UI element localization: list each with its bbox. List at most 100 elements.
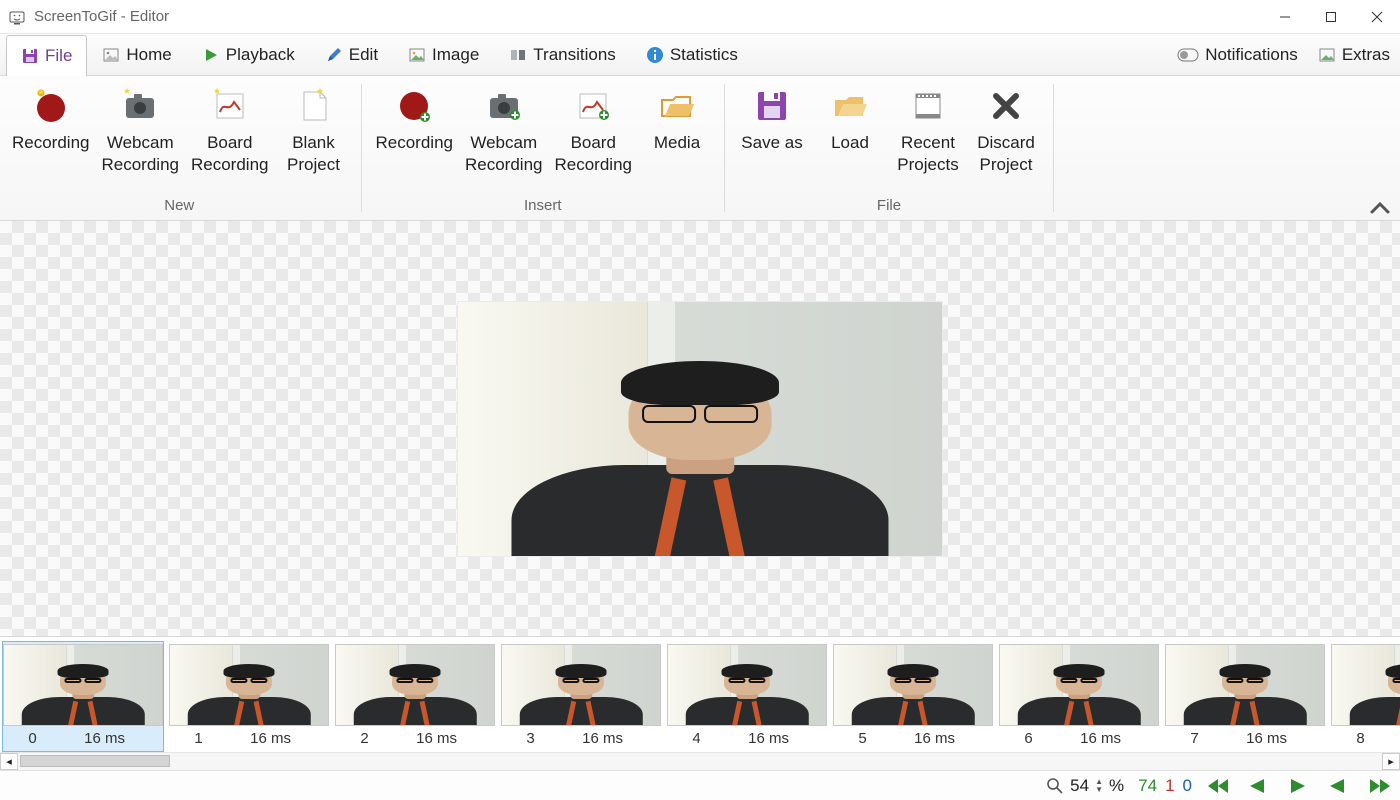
tab-playback-label: Playback: [226, 45, 295, 65]
close-button[interactable]: [1354, 0, 1400, 34]
insert-webcam-button[interactable]: Webcam Recording: [459, 80, 549, 193]
new-webcam-label: Webcam Recording: [102, 132, 180, 176]
board-add-icon: [573, 86, 613, 126]
picture-icon: [1318, 46, 1336, 64]
timeline-scrollbar[interactable]: ◂ ▸: [0, 752, 1400, 770]
total-frames: 74: [1138, 776, 1157, 796]
maximize-button[interactable]: [1308, 0, 1354, 34]
first-frame-button[interactable]: [1206, 777, 1234, 795]
toggle-icon: [1177, 48, 1199, 62]
frame-image: [335, 644, 495, 726]
frame-thumbnail[interactable]: 016 ms: [2, 641, 164, 752]
new-blank-button[interactable]: Blank Project: [275, 80, 353, 193]
frame-duration: 16 ms: [54, 730, 155, 747]
frame-thumbnail[interactable]: 116 ms: [168, 641, 330, 752]
ribbon-group-new-label: New: [6, 193, 353, 220]
new-board-label: Board Recording: [191, 132, 269, 176]
notifications-button[interactable]: Notifications: [1167, 34, 1308, 75]
frame-duration: 16 ms: [220, 730, 321, 747]
scroll-left-button[interactable]: ◂: [0, 753, 18, 770]
load-button[interactable]: Load: [811, 80, 889, 193]
insert-media-label: Media: [654, 132, 700, 154]
frame-duration: 16 ms: [1216, 730, 1317, 747]
frame-duration: 16 ms: [1050, 730, 1151, 747]
scroll-track[interactable]: [18, 753, 1382, 770]
frame-image: [667, 644, 827, 726]
frame-image: [501, 644, 661, 726]
collapse-ribbon-button[interactable]: [1370, 200, 1390, 214]
insert-recording-label: Recording: [376, 132, 454, 154]
ribbon-group-file: Save as Load Recent Projects Discard Pro…: [727, 76, 1051, 220]
folder-open-icon: [657, 86, 697, 126]
tab-file[interactable]: File: [6, 35, 87, 76]
webcam-icon: [120, 86, 160, 126]
frame-index: 1: [177, 730, 220, 747]
zoom-value: 54: [1070, 776, 1089, 796]
insert-webcam-label: Webcam Recording: [465, 132, 543, 176]
frame-index: 5: [841, 730, 884, 747]
ribbon-group-insert: Recording Webcam Recording Board Recordi…: [364, 76, 723, 220]
frame-thumbnail[interactable]: 516 ms: [832, 641, 994, 752]
frame-thumbnail[interactable]: 816 ms: [1330, 641, 1400, 752]
next-frame-button[interactable]: [1326, 777, 1354, 795]
insert-board-button[interactable]: Board Recording: [549, 80, 639, 193]
ribbon-tabs: File Home Playback Edit Image Transition…: [0, 34, 1400, 76]
saveas-label: Save as: [741, 132, 802, 154]
insert-board-label: Board Recording: [555, 132, 633, 176]
scroll-right-button[interactable]: ▸: [1382, 753, 1400, 770]
new-recording-label: Recording: [12, 132, 90, 154]
frame-image: [833, 644, 993, 726]
current-frame-preview: [457, 301, 943, 557]
tab-statistics-label: Statistics: [670, 45, 738, 65]
play-button[interactable]: [1286, 777, 1314, 795]
tab-edit[interactable]: Edit: [310, 34, 393, 75]
saveas-button[interactable]: Save as: [733, 80, 811, 193]
frame-thumbnail[interactable]: 616 ms: [998, 641, 1160, 752]
frame-thumbnail[interactable]: 416 ms: [666, 641, 828, 752]
zoom-control[interactable]: 54 ▲▼ %: [1046, 776, 1124, 796]
frame-image: [999, 644, 1159, 726]
frame-thumbnail[interactable]: 216 ms: [334, 641, 496, 752]
previous-frame-button[interactable]: [1246, 777, 1274, 795]
board-icon: [210, 86, 250, 126]
extras-button[interactable]: Extras: [1308, 34, 1400, 75]
tab-home[interactable]: Home: [87, 34, 186, 75]
insert-recording-button[interactable]: Recording: [370, 80, 460, 193]
new-recording-button[interactable]: Recording: [6, 80, 96, 193]
tab-statistics[interactable]: Statistics: [631, 34, 753, 75]
recent-projects-button[interactable]: Recent Projects: [889, 80, 967, 193]
new-webcam-button[interactable]: Webcam Recording: [96, 80, 186, 193]
preview-canvas[interactable]: [0, 221, 1400, 636]
ribbon-separator: [361, 84, 362, 212]
filmstrip-icon: [908, 86, 948, 126]
ribbon: Recording Webcam Recording Board Recordi…: [0, 76, 1400, 221]
frame-thumbnail[interactable]: 716 ms: [1164, 641, 1326, 752]
last-frame-button[interactable]: [1366, 777, 1394, 795]
record-add-icon: [394, 86, 434, 126]
frame-image: [1331, 644, 1400, 726]
status-bar: 54 ▲▼ % 74 1 0: [0, 770, 1400, 800]
frame-duration: 16 ms: [718, 730, 819, 747]
frame-timeline: 016 ms116 ms216 ms316 ms416 ms516 ms616 …: [0, 636, 1400, 770]
window-title: ScreenToGif - Editor: [34, 8, 169, 25]
ribbon-group-file-label: File: [733, 193, 1045, 220]
frame-thumbnails: 016 ms116 ms216 ms316 ms416 ms516 ms616 …: [0, 637, 1400, 752]
ribbon-separator: [724, 84, 725, 212]
tab-playback[interactable]: Playback: [187, 34, 310, 75]
discard-project-button[interactable]: Discard Project: [967, 80, 1045, 193]
minimize-button[interactable]: [1262, 0, 1308, 34]
frame-duration: 16 ms: [884, 730, 985, 747]
new-blank-label: Blank Project: [287, 132, 340, 176]
zoom-stepper[interactable]: ▲▼: [1095, 778, 1103, 794]
frame-thumbnail[interactable]: 316 ms: [500, 641, 662, 752]
tab-transitions[interactable]: Transitions: [494, 34, 631, 75]
scroll-handle[interactable]: [20, 755, 170, 767]
ribbon-group-new: Recording Webcam Recording Board Recordi…: [0, 76, 359, 220]
tab-image[interactable]: Image: [393, 34, 494, 75]
folder-open-icon: [830, 86, 870, 126]
recent-projects-label: Recent Projects: [897, 132, 958, 176]
frame-index: 3: [509, 730, 552, 747]
new-board-button[interactable]: Board Recording: [185, 80, 275, 193]
ribbon-group-insert-label: Insert: [370, 193, 717, 220]
insert-media-button[interactable]: Media: [638, 80, 716, 193]
